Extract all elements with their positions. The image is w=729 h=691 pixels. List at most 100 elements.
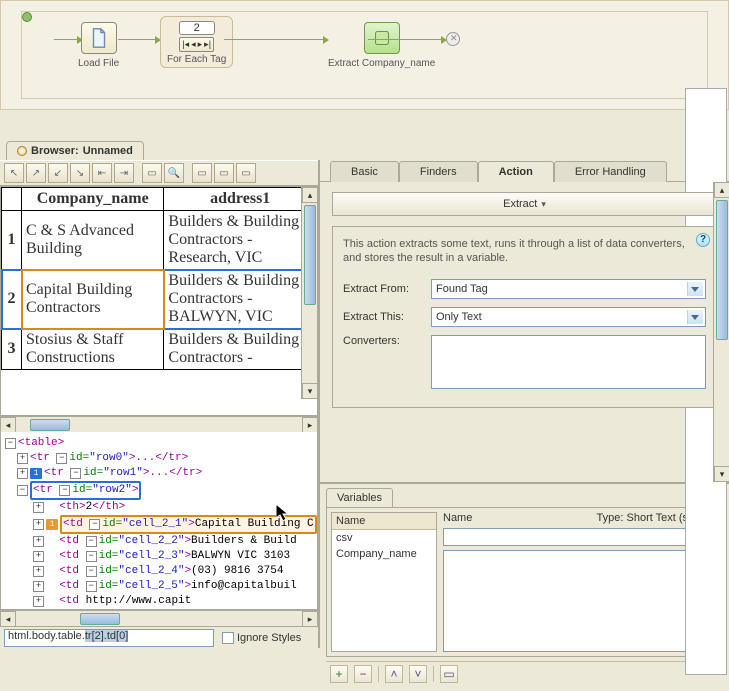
scroll-right-icon[interactable]: ▸ [302,417,318,433]
expander-icon[interactable]: + [33,502,44,513]
expander-icon[interactable]: − [17,485,28,496]
expander-icon[interactable]: + [33,519,44,530]
action-vscroll[interactable]: ▴ ▾ [713,182,729,482]
scroll-right-icon[interactable]: ▸ [302,611,318,627]
action-groupbox: ? This action extracts some text, runs i… [332,226,717,408]
expander-icon[interactable]: + [33,566,44,577]
remove-variable-button[interactable]: − [354,665,372,683]
checkbox-label: Ignore Styles [237,632,301,644]
expander-icon[interactable]: + [17,453,28,464]
browser-tab-prefix: Browser: [31,145,79,157]
row-number: 3 [2,329,22,370]
scroll-down-icon[interactable]: ▾ [302,383,318,399]
variable-content-area[interactable] [443,550,718,652]
step-load-file[interactable]: Load File [78,22,119,69]
ignore-styles-checkbox[interactable]: Ignore Styles [222,632,301,644]
variable-item[interactable]: Company_name [332,546,436,562]
cell-address: Builders & Building Contractors - BALWYN… [164,270,317,329]
nav-ne-button[interactable]: ↗ [26,163,46,183]
scroll-left-icon[interactable]: ◂ [0,611,16,627]
vertical-scrollbar[interactable]: ▴ ▾ [301,187,317,399]
source-tree[interactable]: −<table> +<tr −id="row0">...</tr> +1<tr … [0,432,318,610]
wf-arrow-4 [368,39,442,40]
node-tr2-selected[interactable]: <tr −id="row2"> [30,481,141,500]
path-input[interactable]: html.body.table.tr[2].td[0] [4,629,214,647]
variable-item[interactable]: csv [332,530,436,546]
variables-tab[interactable]: Variables [326,488,393,507]
collapse-icon[interactable]: − [70,468,81,479]
step-badge: 2 [179,21,215,35]
scroll-left-icon[interactable]: ◂ [0,417,16,433]
step-extract-company-name[interactable]: Extract Company_name [328,22,435,69]
converters-list[interactable] [431,335,706,389]
header-rownum [2,188,22,211]
cell-address: Builders & Building Contractors - Resear… [164,211,317,270]
nav-left-button[interactable]: ⇤ [92,163,112,183]
variables-list[interactable]: Name csv Company_name [331,512,437,652]
expander-icon[interactable]: + [33,581,44,592]
collapse-icon[interactable]: − [89,519,100,530]
tool3-button[interactable]: ▭ [236,163,256,183]
expander-icon[interactable]: − [5,438,16,449]
badge-icon: 1 [30,468,42,479]
tab-basic[interactable]: Basic [330,161,399,182]
node-td-selected[interactable]: <td −id="cell_2_1">Capital Building C [60,515,317,534]
move-up-button[interactable]: ˄ [385,665,403,683]
row-number: 2 [2,270,22,329]
step-for-each-tag[interactable]: 2 |◂ ◂ ▸ ▸| For Each Tag [160,16,233,68]
table-row-selected[interactable]: 2 Capital Building Contractors Builders … [2,270,317,329]
collapse-icon[interactable]: − [86,581,97,592]
chevron-down-icon [691,315,699,320]
workflow-start [22,12,32,22]
nav-se-button[interactable]: ↘ [70,163,90,183]
variables-panel: Variables Name csv Company_name Name Typ… [320,482,729,691]
tool2-button[interactable]: ▭ [214,163,234,183]
variable-value-input[interactable] [443,528,718,546]
rendered-table[interactable]: Company_name address1 1 C & S Advanced B… [0,186,318,416]
collapse-icon[interactable]: − [59,485,70,496]
wf-arrow-3 [224,39,324,40]
browser-tab[interactable]: Browser: Unnamed [6,141,144,160]
tag-icon [371,27,393,49]
variable-detail: Name Type: Short Text (simple) [443,512,718,652]
browser-tab-name: Unnamed [83,145,133,157]
expander-icon[interactable]: + [33,596,44,607]
table-row[interactable]: 3 Stosius & Staff Constructions Builders… [2,329,317,370]
extract-from-combo[interactable]: Found Tag [431,279,706,299]
expander-icon[interactable]: + [33,551,44,562]
tab-action[interactable]: Action [478,161,554,182]
add-variable-button[interactable]: + [330,665,348,683]
collapse-icon[interactable]: − [86,551,97,562]
extract-dropdown[interactable]: Extract [332,192,717,216]
chevron-down-icon [691,287,699,292]
scroll-up-icon[interactable]: ▴ [714,182,729,198]
window-button[interactable]: ▭ [142,163,162,183]
nav-right-button[interactable]: ⇥ [114,163,134,183]
nav-nw-button[interactable]: ↖ [4,163,24,183]
browser-tabbar: Browser: Unnamed [0,138,729,160]
scroll-down-icon[interactable]: ▾ [714,466,729,482]
collapse-icon[interactable]: − [86,566,97,577]
combo-value: Only Text [436,311,482,323]
tab-finders[interactable]: Finders [399,161,478,182]
wf-arrow-2 [118,39,156,40]
expander-icon[interactable]: + [17,468,28,479]
browser-toolbar: ↖ ↗ ↙ ↘ ⇤ ⇥ ▭ 🔍 ▭ ▭ ▭ [0,160,318,186]
extract-this-combo[interactable]: Only Text [431,307,706,327]
nav-sw-button[interactable]: ↙ [48,163,68,183]
path-bar: html.body.table.tr[2].td[0] Ignore Style… [0,626,318,648]
move-down-button[interactable]: ˅ [409,665,427,683]
zoom-button[interactable]: 🔍 [164,163,184,183]
table-row[interactable]: 1 C & S Advanced Building Builders & Bui… [2,211,317,270]
source-hscroll[interactable]: ◂ ▸ [0,610,318,626]
tool1-button[interactable]: ▭ [192,163,212,183]
variables-list-header: Name [332,513,436,530]
collapse-icon[interactable]: − [56,453,67,464]
collapse-icon[interactable]: − [86,536,97,547]
scroll-up-icon[interactable]: ▴ [302,187,318,203]
expander-icon[interactable]: + [33,536,44,547]
help-icon[interactable]: ? [696,233,710,247]
tab-error-handling[interactable]: Error Handling [554,161,667,182]
horizontal-scrollbar[interactable]: ◂ ▸ [0,416,318,432]
open-button[interactable]: ▭ [440,665,458,683]
